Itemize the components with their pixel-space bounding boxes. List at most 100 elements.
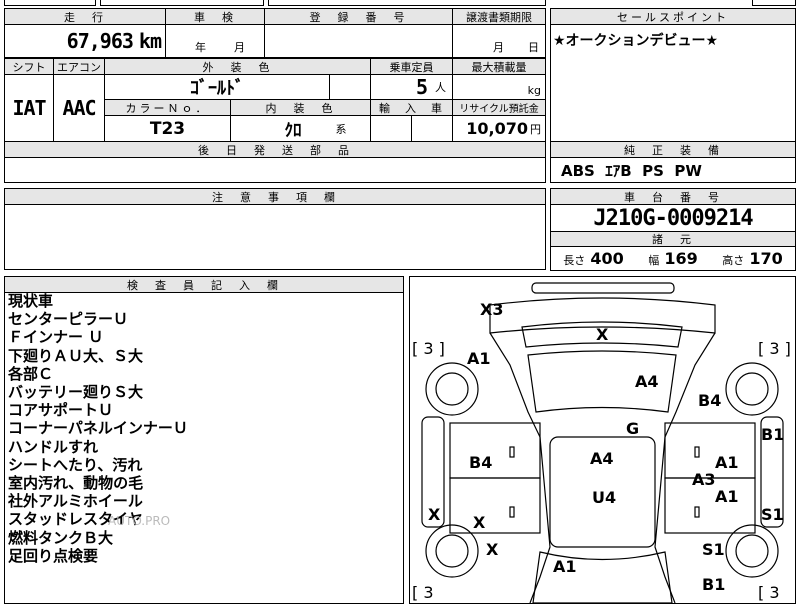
note-line: 燃料タンクＢ大 xyxy=(8,528,114,547)
equipment-body: ABS ｴｱB PS PW xyxy=(550,157,796,183)
mark-b4-right: B4 xyxy=(698,391,722,410)
inspection-header: 車 検 xyxy=(165,8,265,25)
wheel-front-left xyxy=(425,362,479,416)
watermark: AUTO.PRO xyxy=(108,514,171,528)
note-line: 足回り点検要 xyxy=(8,546,99,565)
spec-width: 幅 169 xyxy=(648,249,698,268)
top-stub-far xyxy=(752,0,796,6)
equipment-value: ABS ｴｱB PS PW xyxy=(561,161,702,180)
sales-point-body: ★オークションデビュー★ xyxy=(550,24,796,142)
note-line: Ｆインナー Ｕ xyxy=(8,328,104,347)
note-line: 室内汚れ、動物の毛 xyxy=(8,474,144,493)
exterior-color-value: ｺﾞｰﾙﾄﾞ xyxy=(190,78,244,99)
car-diagram-frame: [ 3 ] [ 3 ] [ 3 [ 3 X3 X A1 A4 B4 B1 G B… xyxy=(409,276,796,604)
mark-s1-right-rear: S1 xyxy=(702,540,725,559)
shift-value: IAT xyxy=(12,96,46,120)
mark-a1-right-door1: A1 xyxy=(715,453,739,472)
recycle-header: リサイクル預託金 xyxy=(452,99,546,116)
top-stub-right xyxy=(268,0,546,6)
note-line: 下廻りＡＵ大、Ｓ大 xyxy=(8,346,144,365)
transfer-day: 日 xyxy=(528,41,539,54)
color-no-header: カラーＮｏ． xyxy=(104,99,231,116)
mark-x-hood: X xyxy=(596,325,609,344)
note-line: コーナーパネルインナーＵ xyxy=(8,419,188,438)
wheel-front-right xyxy=(725,362,779,416)
spec-values-cell: 長さ 400 幅 169 高さ 170 xyxy=(550,246,796,271)
aircon-header: エアコン xyxy=(53,58,105,75)
mark-x3: X3 xyxy=(480,300,504,319)
import-right-cell xyxy=(411,115,453,142)
aircon-value-cell: AAC xyxy=(53,74,105,142)
sales-point-header: セールスポイント xyxy=(550,8,796,25)
capacity-value-cell: 5 人 xyxy=(370,74,453,100)
mark-x-left-door: X xyxy=(473,513,486,532)
height-value: 170 xyxy=(749,249,783,268)
mark-a1-rear: A1 xyxy=(553,557,577,576)
aircon-value: AAC xyxy=(62,96,96,120)
shift-header: シフト xyxy=(4,58,54,75)
caution-header: 注 意 事 項 欄 xyxy=(4,188,546,205)
recycle-value-cell: 10,070 円 xyxy=(452,115,546,142)
transfer-month: 月 xyxy=(493,41,504,54)
front-bumper xyxy=(531,282,675,294)
recycle-unit: 円 xyxy=(530,122,541,136)
mark-b1-rear: B1 xyxy=(702,575,726,594)
width-value: 169 xyxy=(664,249,698,268)
tire-right-top: [ 3 ] xyxy=(758,339,791,358)
chassis-header: 車 台 番 号 xyxy=(550,188,796,205)
shipping-parts-header: 後 日 発 送 部 品 xyxy=(4,141,546,158)
max-load-unit: kg xyxy=(527,84,541,97)
color-no-value-cell: T23 xyxy=(104,115,231,142)
door-front-left xyxy=(449,422,541,479)
color-no-value: T23 xyxy=(149,118,186,139)
mark-a1-front-left: A1 xyxy=(467,349,491,368)
chassis-value: J210G-0009214 xyxy=(593,205,753,231)
top-stub-mid xyxy=(100,0,264,6)
note-line: シートへたり、汚れ xyxy=(8,455,143,474)
import-left-cell xyxy=(370,115,412,142)
interior-color-header: 内 装 色 xyxy=(230,99,371,116)
body-left xyxy=(489,332,551,603)
capacity-value: 5 xyxy=(415,75,428,99)
mark-s1-right-rail: S1 xyxy=(761,505,784,524)
door-rear-left xyxy=(449,477,541,534)
tire-left-bottom: [ 3 xyxy=(412,583,434,602)
mark-g: G xyxy=(626,419,640,438)
spec-length: 長さ 400 xyxy=(563,249,624,268)
inspector-header: 検 査 員 記 入 欄 xyxy=(4,276,404,293)
mileage-value-cell: 67,963 km xyxy=(4,24,166,58)
spec-height: 高さ 170 xyxy=(722,249,783,268)
exterior-color-extra-cell xyxy=(329,74,371,100)
note-line: 現状車 xyxy=(8,292,54,310)
exterior-color-header: 外 装 色 xyxy=(104,58,371,75)
body-right xyxy=(654,332,716,603)
capacity-header: 乗車定員 xyxy=(370,58,453,75)
import-header: 輸 入 車 xyxy=(370,99,453,116)
note-line: コアサポートＵ xyxy=(8,401,114,420)
mark-a1-right-door2: A1 xyxy=(715,487,739,506)
capacity-unit: 人 xyxy=(435,81,446,94)
mark-u4: U4 xyxy=(592,488,617,507)
equipment-header: 純 正 装 備 xyxy=(550,141,796,158)
length-label: 長さ xyxy=(563,254,586,267)
max-load-value-cell: kg xyxy=(452,74,546,100)
width-label: 幅 xyxy=(648,254,660,267)
interior-color-unit: 系 xyxy=(335,122,347,136)
height-label: 高さ xyxy=(722,254,745,267)
shift-value-cell: IAT xyxy=(4,74,54,142)
mileage-unit: km xyxy=(138,29,162,53)
note-line: 各部Ｃ xyxy=(8,364,54,383)
chassis-value-cell: J210G-0009214 xyxy=(550,204,796,232)
sales-point-text: ★オークションデビュー★ xyxy=(553,33,719,49)
interior-color-value-cell: ｸﾛ 系 xyxy=(230,115,371,142)
note-line: センターピラーＵ xyxy=(8,310,129,329)
max-load-header: 最大積載量 xyxy=(452,58,546,75)
top-stub-left xyxy=(4,0,96,6)
registration-value-cell xyxy=(264,24,453,58)
tire-right-bottom: [ 3 xyxy=(758,583,780,602)
inspection-year: 年 xyxy=(195,41,206,54)
mark-x-left-rear: X xyxy=(486,540,499,559)
shipping-parts-body xyxy=(4,157,546,183)
mark-b4-left: B4 xyxy=(469,453,493,472)
inspection-month: 月 xyxy=(234,41,245,54)
